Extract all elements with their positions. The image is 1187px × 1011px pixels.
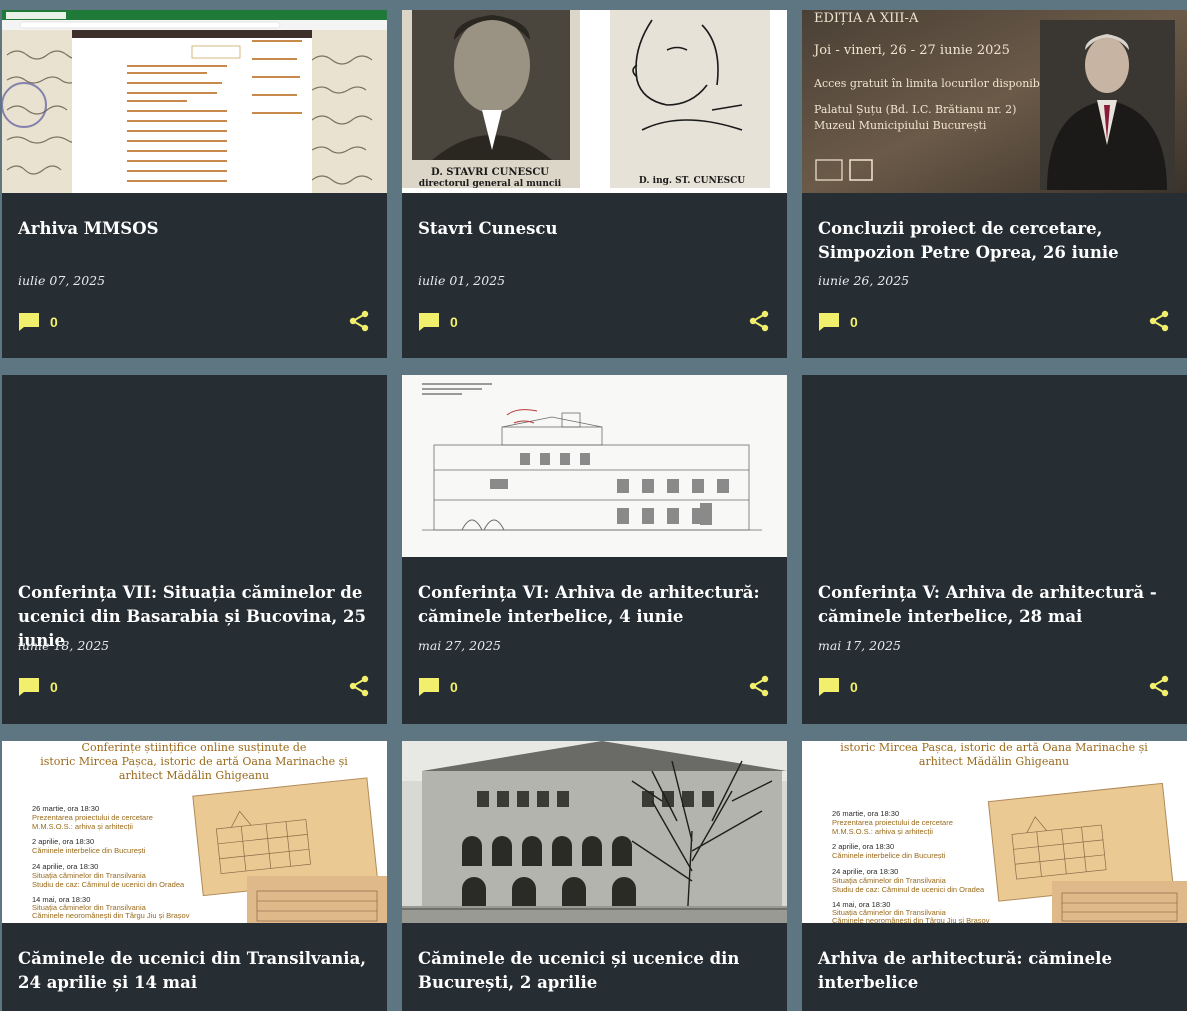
simpozion-line2: Joi - vineri, 26 - 27 iunie 2025 <box>812 43 1010 58</box>
simpozion-line1: EDIȚIA A XIII-A <box>814 11 919 26</box>
poster-item-line: Căminele interbelice din București <box>832 851 946 860</box>
share-icon[interactable] <box>349 310 369 332</box>
poster-item-line: Situația căminelor din Transilvania <box>32 871 147 880</box>
poster-head2: istoric Mircea Pașca, istoric de artă Oa… <box>40 755 348 768</box>
post-card[interactable]: Căminele de ucenici și ucenice din Bucur… <box>402 741 787 1011</box>
poster-item-date: 24 aprilie, ora 18:30 <box>832 867 898 876</box>
poster-item-line: Căminele neoromânești din Târgu Jiu și B… <box>32 911 190 920</box>
post-card[interactable]: Conferințe științifice online susținute … <box>2 741 387 1011</box>
post-thumbnail[interactable]: EDIȚIA A XIII-A Joi - vineri, 26 - 27 iu… <box>802 10 1187 193</box>
comments-link[interactable]: 0 <box>18 312 58 332</box>
share-icon[interactable] <box>349 675 369 697</box>
comment-bubble-icon <box>419 313 439 331</box>
simpozion-line4: Palatul Șuțu (Bd. I.C. Brătianu nr. 2) <box>814 103 1016 116</box>
post-card[interactable]: Conferința VII: Situația căminelor de uc… <box>2 375 387 724</box>
poster-head1: Conferințe științifice online susținute … <box>82 741 307 754</box>
post-card[interactable]: istoric Mircea Pașca, istoric de artă Oa… <box>802 741 1187 1011</box>
post-date: iulie 07, 2025 <box>18 273 106 288</box>
comment-count: 0 <box>450 679 458 695</box>
share-icon[interactable] <box>1149 310 1169 332</box>
comment-count: 0 <box>850 679 858 695</box>
poster-head2: istoric Mircea Pașca, istoric de artă Oa… <box>840 741 1148 754</box>
simpozion-line3: Acces gratuit în limita locurilor dispon… <box>813 77 1057 90</box>
poster-item-line: M.M.S.O.S.: arhiva și arhitecții <box>832 827 933 836</box>
post-title[interactable]: Stavri Cunescu <box>418 217 771 241</box>
poster-head3: arhitect Mădălin Ghigeanu <box>119 769 269 782</box>
comment-count: 0 <box>450 314 458 330</box>
comment-bubble-icon <box>819 313 839 331</box>
post-card[interactable]: EDIȚIA A XIII-A Joi - vineri, 26 - 27 iu… <box>802 10 1187 358</box>
share-icon[interactable] <box>749 310 769 332</box>
comments-link[interactable]: 0 <box>818 312 858 332</box>
comments-link[interactable]: 0 <box>818 677 858 697</box>
post-card[interactable]: D. STAVRI CUNESCU directorul general al … <box>402 10 787 358</box>
comments-link[interactable]: 0 <box>18 677 58 697</box>
comment-count: 0 <box>50 314 58 330</box>
post-thumbnail[interactable] <box>402 741 787 923</box>
comments-link[interactable]: 0 <box>418 677 458 697</box>
post-title[interactable]: Conferința V: Arhiva de arhitectură - că… <box>818 581 1171 629</box>
post-date: mai 27, 2025 <box>418 638 501 653</box>
post-card[interactable]: Conferința VI: Arhiva de arhitectură: că… <box>402 375 787 724</box>
comment-bubble-icon <box>819 678 839 696</box>
post-title[interactable]: Conferința VI: Arhiva de arhitectură: că… <box>418 581 771 629</box>
poster-item-date: 2 aprilie, ora 18:30 <box>832 842 894 851</box>
comment-bubble-icon <box>419 678 439 696</box>
poster-item-line: Căminele interbelice din București <box>32 846 146 855</box>
post-thumbnail[interactable] <box>2 10 387 193</box>
post-thumbnail[interactable]: D. STAVRI CUNESCU directorul general al … <box>402 10 787 193</box>
share-icon[interactable] <box>1149 675 1169 697</box>
stavri-caption-1: D. STAVRI CUNESCU <box>431 167 549 178</box>
post-thumbnail[interactable]: Conferințe științifice online susținute … <box>2 741 387 923</box>
poster-head3: arhitect Mădălin Ghigeanu <box>919 755 1069 768</box>
poster-item-line: Situația căminelor din Transilvania <box>832 876 947 885</box>
comment-count: 0 <box>850 314 858 330</box>
post-date: iunie 18, 2025 <box>18 638 110 653</box>
poster-item-date: 2 aprilie, ora 18:30 <box>32 837 94 846</box>
comments-link[interactable]: 0 <box>418 312 458 332</box>
post-title[interactable]: Arhiva de arhitectură: căminele interbel… <box>818 947 1171 995</box>
poster-item-date: 26 martie, ora 18:30 <box>832 809 899 818</box>
post-title[interactable]: Căminele de ucenici și ucenice din Bucur… <box>418 947 771 995</box>
post-thumbnail[interactable] <box>402 375 787 557</box>
poster-item-line: Prezentarea proiectului de cercetare <box>32 813 153 822</box>
post-card[interactable]: Arhiva MMSOS iulie 07, 2025 0 <box>2 10 387 358</box>
post-date: mai 17, 2025 <box>818 638 901 653</box>
poster-item-date: 24 aprilie, ora 18:30 <box>32 862 98 871</box>
stavri-caption-3: D. ing. ST. CUNESCU <box>639 176 745 186</box>
poster-item-date: 26 martie, ora 18:30 <box>32 804 99 813</box>
comment-count: 0 <box>50 679 58 695</box>
poster-item-line: Prezentarea proiectului de cercetare <box>832 818 953 827</box>
comment-bubble-icon <box>19 678 39 696</box>
share-icon[interactable] <box>749 675 769 697</box>
poster-item-line: M.M.S.O.S.: arhiva și arhitecții <box>32 822 133 831</box>
post-title[interactable]: Arhiva MMSOS <box>18 217 371 241</box>
poster-item-line: Studiu de caz: Căminul de ucenici din Or… <box>32 880 185 889</box>
comment-bubble-icon <box>19 313 39 331</box>
post-title[interactable]: Concluzii proiect de cercetare, Simpozio… <box>818 217 1171 265</box>
poster-item-line: Studiu de caz: Căminul de ucenici din Or… <box>832 885 985 894</box>
post-title[interactable]: Căminele de ucenici din Transilvania, 24… <box>18 947 371 995</box>
post-thumbnail[interactable]: istoric Mircea Pașca, istoric de artă Oa… <box>802 741 1187 923</box>
stavri-caption-2: directorul general al muncii <box>419 179 562 189</box>
poster-item-line: Căminele neoromânești din Târgu Jiu și B… <box>832 916 990 923</box>
simpozion-line5: Muzeul Municipiului București <box>814 119 987 132</box>
post-date: iunie 26, 2025 <box>818 273 910 288</box>
post-date: iulie 01, 2025 <box>418 273 506 288</box>
post-card[interactable]: Conferința V: Arhiva de arhitectură - că… <box>802 375 1187 724</box>
